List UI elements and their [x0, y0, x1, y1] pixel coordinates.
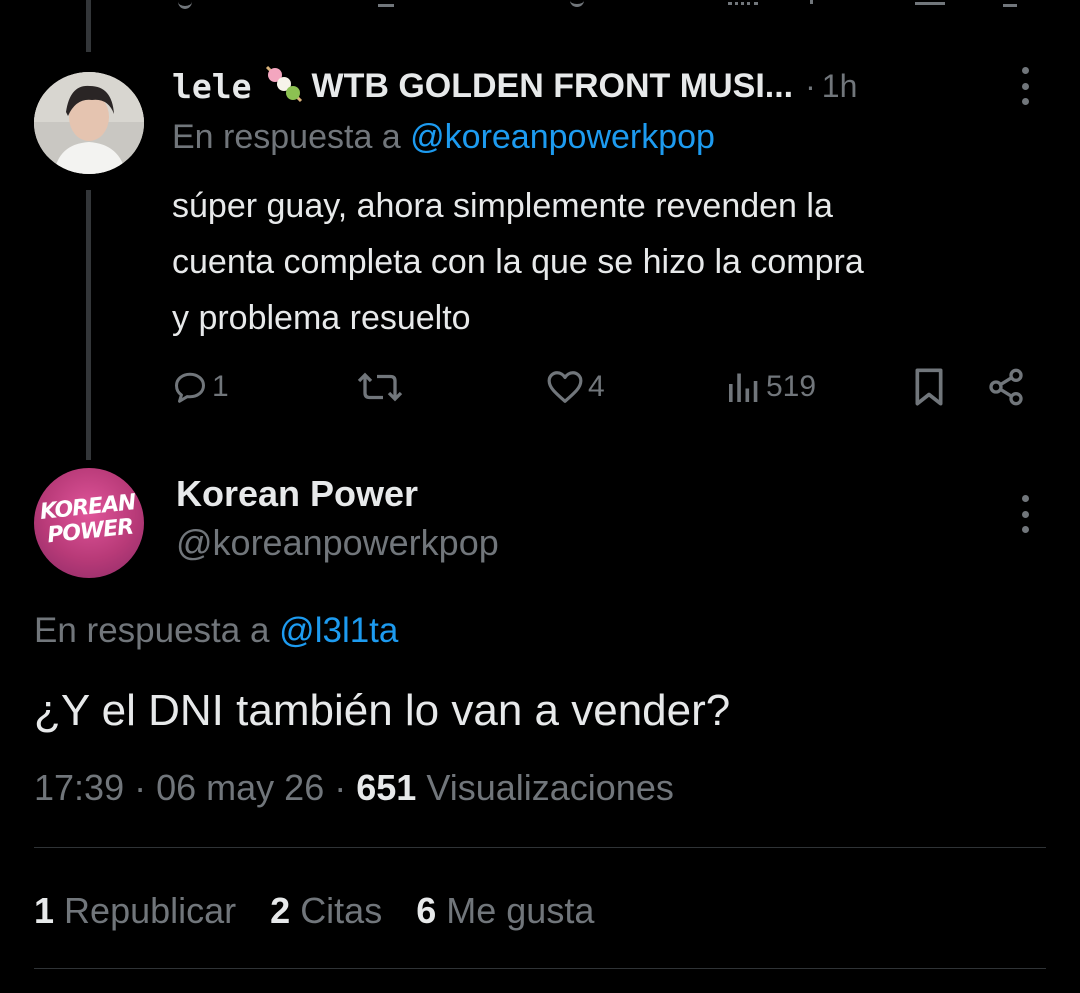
- reply-tweet-header: lele WTB GOLDEN FRONT MUSI... · 1h: [172, 62, 857, 110]
- reposts-label: Republicar: [64, 890, 237, 931]
- divider: [34, 968, 1046, 969]
- reposts-count: 1: [34, 890, 55, 931]
- thread-line-top: [86, 0, 91, 52]
- tweet-text-line: súper guay, ahora simplemente revenden l…: [172, 187, 833, 225]
- views-count: 651: [356, 767, 417, 808]
- quotes-stat[interactable]: 2 Citas: [270, 890, 382, 932]
- reposts-stat[interactable]: 1 Republicar: [34, 890, 236, 932]
- time-ago[interactable]: 1h: [822, 68, 858, 105]
- display-title[interactable]: WTB GOLDEN FRONT MUSI...: [311, 67, 793, 106]
- tweet-meta: 17:39 · 06 may 26 · 651 Visualizaciones: [34, 767, 674, 809]
- avatar[interactable]: [34, 72, 144, 174]
- separator: ·: [334, 767, 347, 808]
- avatar-photo-icon: [34, 72, 144, 174]
- quotes-count: 2: [270, 890, 291, 931]
- reply-to-link[interactable]: @koreanpowerkpop: [410, 118, 715, 156]
- main-tweet-text: ¿Y el DNI también lo van a vender?: [34, 686, 731, 735]
- tweet-text-line: y problema resuelto: [172, 299, 471, 337]
- user-name[interactable]: lele: [172, 67, 251, 106]
- view-count: 519: [766, 370, 817, 403]
- bookmark-button[interactable]: [912, 364, 946, 410]
- avatar-logo-text: KOREAN POWER: [34, 490, 144, 549]
- tweet-text: súper guay, ahora simplemente revenden l…: [172, 178, 864, 346]
- tweet-time[interactable]: 17:39: [34, 767, 124, 808]
- thread-line-bottom: [86, 190, 91, 460]
- reply-to-link[interactable]: @l3l1ta: [279, 611, 398, 650]
- reply-icon: [175, 372, 205, 403]
- views-button[interactable]: 519: [726, 364, 816, 410]
- heart-icon: [547, 371, 583, 403]
- likes-label: Me gusta: [446, 890, 595, 931]
- views-label: Visualizaciones: [426, 767, 674, 808]
- display-name[interactable]: Korean Power: [176, 473, 418, 515]
- reply-context: En respuesta a @l3l1ta: [34, 611, 398, 651]
- dango-emoji-icon: [263, 63, 305, 110]
- reply-count: 1: [212, 370, 229, 403]
- like-button[interactable]: 4: [546, 364, 605, 410]
- like-count: 4: [588, 370, 605, 403]
- more-options-icon[interactable]: [1020, 67, 1030, 105]
- more-options-icon[interactable]: [1020, 495, 1030, 533]
- reply-prefix: En respuesta a: [172, 118, 401, 156]
- reply-prefix: En respuesta a: [34, 611, 270, 650]
- separator: ·: [805, 67, 816, 104]
- tweet-text-line: cuenta completa con la que se hizo la co…: [172, 243, 864, 281]
- tweet-date[interactable]: 06 may 26: [156, 767, 324, 808]
- reply-button[interactable]: 1: [172, 364, 229, 410]
- views-chart-icon: [729, 373, 758, 402]
- tweet-thread-page: lele WTB GOLDEN FRONT MUSI... · 1h En re…: [0, 0, 1080, 993]
- user-handle[interactable]: @koreanpowerkpop: [176, 522, 499, 564]
- divider: [34, 847, 1046, 848]
- likes-stat[interactable]: 6 Me gusta: [416, 890, 594, 932]
- engagement-stats: 1 Republicar 2 Citas 6 Me gusta: [34, 890, 594, 932]
- quotes-label: Citas: [300, 890, 383, 931]
- reply-context: En respuesta a @koreanpowerkpop: [172, 118, 715, 157]
- likes-count: 6: [416, 890, 437, 931]
- repost-button[interactable]: [356, 364, 404, 410]
- share-button[interactable]: [986, 364, 1026, 410]
- share-icon: [989, 368, 1023, 406]
- previous-tweet-actions-partial: [0, 0, 1080, 12]
- korean-power-avatar[interactable]: KOREAN POWER: [34, 468, 144, 578]
- repost-icon: [357, 372, 403, 402]
- bookmark-icon: [915, 368, 943, 406]
- separator: ·: [134, 767, 147, 808]
